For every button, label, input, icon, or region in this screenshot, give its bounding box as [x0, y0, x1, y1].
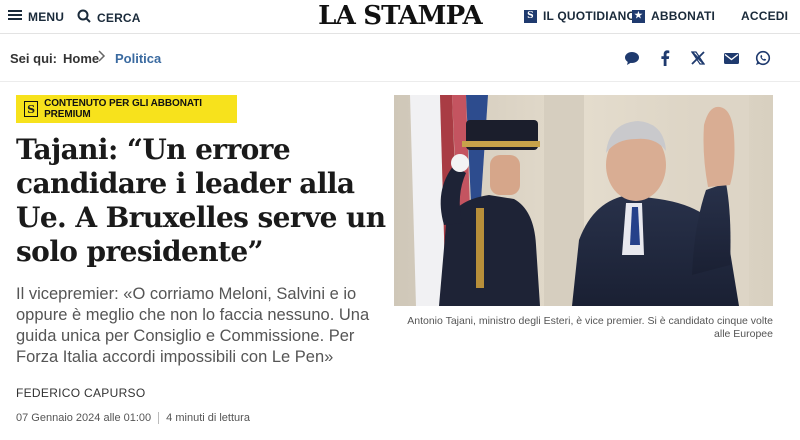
breadcrumb-politica[interactable]: Politica: [115, 51, 161, 66]
abbonati-label: ABBONATI: [651, 9, 716, 23]
publish-date: 07 Gennaio 2024 alle 01:00: [16, 412, 152, 424]
article-headline: Tajani: “Un errore candidare i leader al…: [16, 133, 386, 268]
premium-badge-text: CONTENUTO PER GLI ABBONATI PREMIUM: [44, 98, 202, 120]
photo-caption: Antonio Tajani, ministro degli Esteri, è…: [407, 315, 773, 340]
mail-icon[interactable]: [719, 46, 743, 70]
menu-label: MENU: [28, 9, 65, 24]
breadcrumb-prefix: Sei qui:: [10, 51, 57, 66]
il-quotidiano-link[interactable]: S IL QUOTIDIANO: [524, 9, 636, 23]
x-icon[interactable]: [686, 46, 710, 70]
search-icon: [77, 9, 91, 26]
accedi-link[interactable]: ACCEDI: [741, 9, 788, 23]
article-meta: 07 Gennaio 2024 alle 01:00 4 minuti di l…: [16, 412, 250, 424]
facebook-icon[interactable]: [653, 46, 677, 70]
article-author[interactable]: FEDERICO CAPURSO: [16, 386, 145, 400]
star-icon: ★: [632, 9, 645, 23]
comment-icon[interactable]: [620, 46, 644, 70]
accedi-label: ACCEDI: [741, 9, 789, 23]
whatsapp-icon[interactable]: [751, 46, 775, 70]
newspaper-icon: S: [524, 9, 537, 23]
reading-time: 4 minuti di lettura: [166, 412, 250, 424]
la-stampa-logo[interactable]: LA STAMPA: [318, 1, 483, 31]
breadcrumb-home[interactable]: Home: [63, 51, 99, 66]
article-photo[interactable]: [394, 95, 773, 306]
article-summary: Il vicepremier: «O corriamo Meloni, Salv…: [16, 285, 370, 366]
abbonati-link[interactable]: ★ ABBONATI: [632, 9, 715, 23]
breadcrumb-bar: Sei qui: Home Politica: [0, 35, 800, 82]
premium-s-icon: S: [24, 101, 39, 117]
search-label: CERCA: [97, 10, 141, 25]
meta-divider: [158, 412, 160, 424]
premium-badge: S CONTENUTO PER GLI ABBONATI PREMIUM: [16, 95, 237, 123]
chevron-right-icon: [98, 49, 106, 65]
search-button[interactable]: CERCA: [77, 9, 141, 26]
hamburger-icon: [8, 9, 22, 24]
menu-button[interactable]: MENU: [8, 9, 64, 24]
il-quotidiano-label: IL QUOTIDIANO: [543, 9, 637, 23]
top-header: MENU CERCA LA STAMPA S IL QUOTIDIANO ★ A…: [0, 0, 800, 34]
